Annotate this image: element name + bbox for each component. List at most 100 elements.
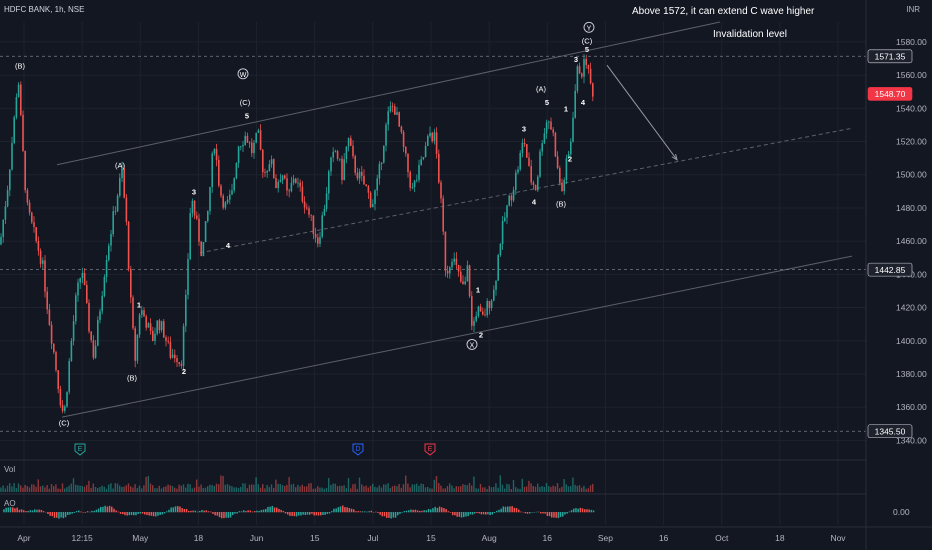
- candle-body: [37, 240, 40, 251]
- arrow-shaft: [606, 64, 678, 161]
- candle-body: [332, 151, 334, 158]
- volume-bar: [501, 484, 504, 492]
- ao-bar: [394, 512, 397, 518]
- ao-bar: [320, 512, 322, 516]
- ao-bar: [269, 506, 271, 513]
- ao-bar: [405, 510, 408, 513]
- wave-label: (C): [240, 98, 251, 107]
- ao-bar: [423, 510, 425, 513]
- candle-body: [482, 311, 484, 315]
- ao-bar: [47, 512, 49, 515]
- volume-bar: [554, 486, 556, 492]
- candle-body: [295, 178, 297, 183]
- x-tick-label: 18: [775, 533, 785, 543]
- candle-body: [2, 219, 4, 237]
- candle-body: [99, 311, 101, 320]
- volume-bar: [435, 476, 438, 492]
- ao-bar: [256, 510, 258, 513]
- volume-bar: [86, 484, 88, 492]
- volume-bar: [130, 486, 132, 492]
- wave-label: 5: [545, 98, 549, 107]
- ao-bar: [357, 511, 359, 513]
- volume-bar: [347, 478, 350, 492]
- ao-bar: [56, 512, 58, 518]
- volume-bar: [526, 486, 528, 492]
- candle-body: [288, 190, 290, 192]
- volume-bar: [189, 484, 191, 492]
- volume-bar: [92, 483, 94, 492]
- ao-bar: [214, 512, 216, 516]
- candle-body: [112, 211, 114, 235]
- volume-bar: [499, 475, 501, 492]
- candle-body: [471, 296, 473, 326]
- ao-bar: [84, 512, 87, 513]
- ao-bar: [71, 512, 73, 514]
- volume-bar: [321, 487, 323, 492]
- candle-body: [561, 182, 563, 192]
- ao-bar: [115, 510, 117, 513]
- ao-bar: [192, 510, 194, 513]
- volume-bar: [464, 484, 466, 492]
- ao-bar: [504, 506, 507, 513]
- candle-body: [94, 345, 97, 358]
- ao-bar: [238, 511, 241, 513]
- ao-bar: [38, 509, 40, 513]
- candle-body: [473, 320, 475, 326]
- candle-body: [189, 213, 191, 260]
- candle-body: [328, 171, 330, 194]
- candle-body: [61, 405, 64, 411]
- candle-body: [306, 207, 308, 209]
- ao-bar: [304, 512, 307, 515]
- candle-body: [352, 145, 354, 157]
- ao-bar: [185, 508, 188, 513]
- candle-body: [521, 142, 524, 153]
- candle-body: [446, 270, 449, 274]
- volume-bar: [451, 485, 453, 492]
- ao-bar: [399, 512, 401, 514]
- ao-bar: [276, 507, 278, 513]
- candle-body: [422, 157, 425, 160]
- volume-bar: [75, 484, 77, 492]
- volume-bar: [383, 484, 385, 492]
- volume-bar: [332, 483, 334, 492]
- candle-body: [297, 182, 299, 184]
- channel-line: [56, 21, 721, 166]
- volume-bar: [15, 488, 17, 492]
- x-tick-label: 18: [194, 533, 204, 543]
- ao-bar: [302, 512, 304, 515]
- candle-body: [240, 146, 242, 148]
- candle-body: [31, 212, 33, 223]
- price-chart[interactable]: (B)(A)1(B)234W(C)5(C)1X234(A)5(B)1234Y(C…: [0, 0, 932, 550]
- wave-label: 1: [137, 301, 141, 310]
- ao-bar: [18, 509, 21, 513]
- ao-bar: [551, 512, 553, 518]
- volume-bar: [79, 485, 81, 492]
- ao-bar: [364, 511, 366, 513]
- ao-bar: [353, 509, 355, 513]
- candle-body: [528, 157, 530, 167]
- candle-body: [233, 178, 235, 191]
- volume-bar: [420, 483, 422, 492]
- ao-bar: [564, 512, 566, 515]
- ao-bar: [447, 511, 450, 513]
- volume-bar: [240, 487, 242, 492]
- ao-bar: [427, 508, 430, 513]
- ao-bar: [298, 512, 300, 516]
- volume-bar: [191, 488, 193, 492]
- candle-body: [387, 111, 389, 125]
- volume-bar: [310, 483, 312, 492]
- volume-bar: [281, 485, 284, 492]
- candle-body: [105, 260, 108, 277]
- volume-bar: [143, 485, 145, 492]
- candle-body: [141, 310, 143, 315]
- ao-bar: [419, 510, 421, 513]
- volume-bar: [358, 477, 361, 492]
- candle-body: [497, 255, 499, 281]
- wave-label: (B): [15, 61, 26, 70]
- candle-body: [55, 352, 57, 371]
- ao-bar: [73, 512, 76, 513]
- ao-bar: [119, 512, 122, 514]
- volume-bar: [70, 483, 72, 492]
- volume-bar: [255, 477, 257, 492]
- volume-bar: [198, 486, 200, 492]
